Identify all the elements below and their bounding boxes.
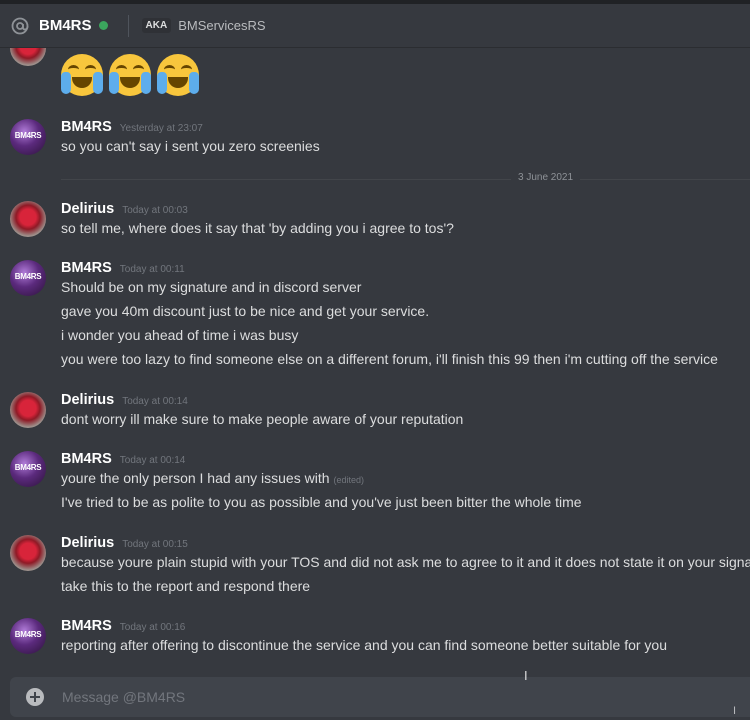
message-text: gave you 40m discount just to be nice an…	[61, 303, 430, 319]
username[interactable]: Delirius	[61, 392, 114, 408]
message-text: because youre plain stupid with your TOS…	[61, 554, 750, 570]
avatar[interactable]	[10, 392, 46, 428]
avatar[interactable]: BM4RS	[10, 618, 46, 654]
message-text: take this to the report and respond ther…	[61, 578, 311, 594]
username[interactable]: BM4RS	[61, 451, 112, 467]
message-text: dont worry ill make sure to make people …	[61, 411, 464, 427]
message-list[interactable]: BM4RS BM4RS Yesterday at 23:07 so you ca…	[0, 48, 750, 675]
message-header: Delirius Today at 00:03	[61, 201, 188, 217]
timestamp: Today at 00:11	[119, 264, 185, 275]
message-text: so you can't say i sent you zero screeni…	[61, 138, 320, 154]
message-header: BM4RS Today at 00:14	[61, 451, 185, 467]
timestamp: Yesterday at 23:07	[119, 123, 203, 134]
message-text: so tell me, where does it say that 'by a…	[61, 220, 454, 236]
avatar[interactable]: BM4RS	[10, 451, 46, 487]
alias-name[interactable]: BMServicesRS	[178, 18, 265, 33]
online-status-icon	[98, 21, 108, 30]
timestamp: Today at 00:15	[122, 539, 188, 550]
username[interactable]: BM4RS	[61, 618, 112, 634]
joy-emoji-icon	[157, 54, 199, 96]
at-icon	[10, 16, 30, 36]
message-text: I've tried to be as polite to you as pos…	[61, 494, 582, 510]
timestamp: Today at 00:16	[119, 622, 186, 633]
plus-circle-icon[interactable]	[26, 688, 44, 706]
text-cursor-icon: I	[524, 668, 528, 683]
channel-header: BM4RS AKA BMServicesRS	[0, 4, 750, 48]
message-header: Delirius Today at 00:14	[61, 392, 188, 408]
avatar[interactable]	[10, 535, 46, 571]
avatar[interactable]: BM4RS	[10, 119, 46, 155]
message-header: Delirius Today at 00:15	[61, 535, 188, 551]
text-cursor-icon: I	[733, 705, 737, 717]
date-divider	[61, 179, 750, 180]
message-composer	[10, 677, 750, 717]
username[interactable]: Delirius	[61, 535, 114, 551]
message-header: BM4RS Today at 00:16	[61, 618, 185, 634]
message-text: youre the only person I had any issues w…	[61, 470, 365, 486]
message-text: reporting after offering to discontinue …	[61, 637, 667, 653]
message-header: BM4RS Yesterday at 23:07	[61, 119, 203, 135]
timestamp: Today at 00:14	[122, 396, 188, 407]
edited-label: (edited)	[333, 475, 365, 485]
aka-tag: AKA	[141, 18, 172, 33]
avatar[interactable]: BM4RS	[10, 260, 46, 296]
message-text: you were too lazy to find someone else o…	[61, 351, 718, 367]
dm-recipient-name[interactable]: BM4RS	[39, 17, 92, 34]
joy-emoji-icon	[61, 54, 103, 96]
avatar[interactable]	[10, 201, 46, 237]
message-text: i wonder you ahead of time i was busy	[61, 327, 299, 343]
username[interactable]: Delirius	[61, 201, 114, 217]
username[interactable]: BM4RS	[61, 119, 112, 135]
message-header: BM4RS Today at 00:11	[61, 260, 185, 276]
joy-emoji-icon	[109, 54, 151, 96]
username[interactable]: BM4RS	[61, 260, 112, 276]
header-divider	[127, 14, 129, 37]
timestamp: Today at 00:14	[119, 455, 186, 466]
date-divider-label: 3 June 2021	[511, 172, 581, 183]
timestamp: Today at 00:03	[122, 205, 188, 216]
message-text: Should be on my signature and in discord…	[61, 279, 362, 295]
avatar[interactable]	[10, 48, 46, 66]
message-input[interactable]	[60, 688, 714, 706]
